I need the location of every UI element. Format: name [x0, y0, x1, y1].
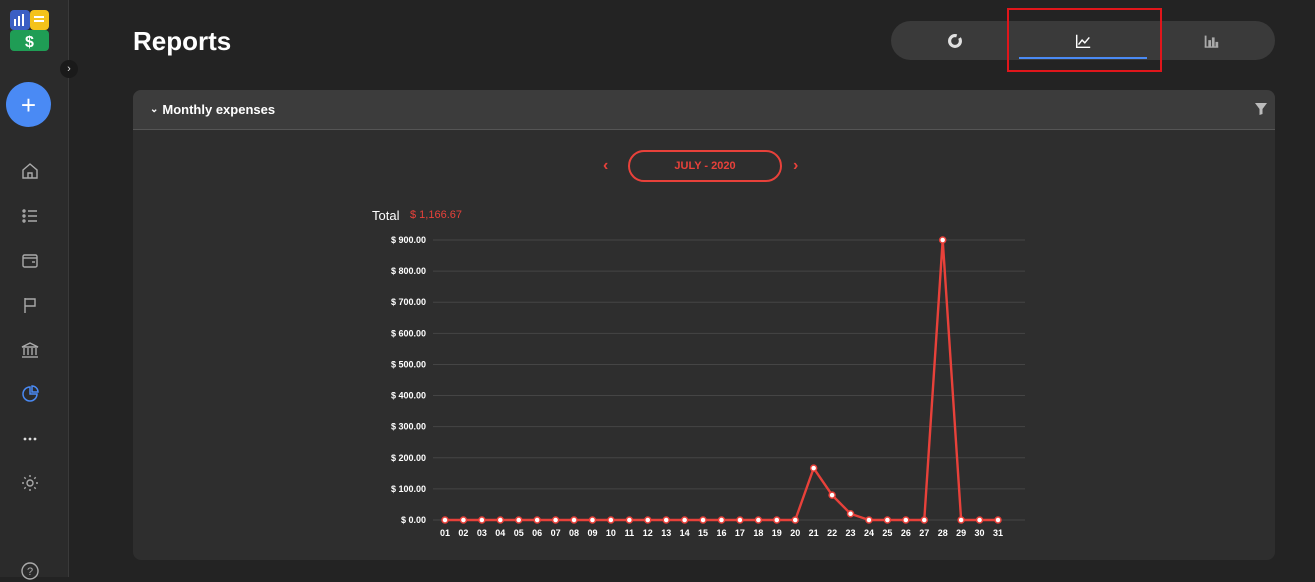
- x-tick-label: 31: [993, 528, 1003, 538]
- donut-chart-icon: [948, 33, 962, 48]
- x-tick-label: 20: [790, 528, 800, 538]
- y-tick-label: $ 300.00: [391, 422, 426, 432]
- line-chart: $ 0.00 $ 100.00 $ 200.00 $ 300.00 $ 400.00 $ …: [391, 235, 1025, 538]
- monthly-expenses-panel: ⌄ Monthly expenses ‹ JULY - 2020 › Total…: [133, 90, 1275, 560]
- x-tick-label: 10: [606, 528, 616, 538]
- bar-chart-view-button[interactable]: [1147, 21, 1275, 60]
- x-tick-label: 04: [495, 528, 505, 538]
- page-title: Reports: [133, 26, 232, 56]
- data-point: [865, 516, 873, 524]
- x-tick-label: 02: [458, 528, 468, 538]
- bar-chart-icon: [1204, 35, 1219, 48]
- expand-sidebar-button[interactable]: ›: [60, 60, 78, 78]
- data-point: [588, 516, 597, 524]
- series-line: [445, 238, 998, 522]
- y-tick-label: $ 200.00: [391, 453, 426, 463]
- bank-icon[interactable]: [19, 339, 41, 361]
- data-point: [975, 516, 984, 524]
- svg-text:$: $: [25, 34, 34, 51]
- y-tick-label: $ 800.00: [391, 266, 426, 276]
- x-tick-label: 23: [846, 528, 856, 538]
- x-tick-label: 24: [864, 528, 874, 538]
- x-tick-label: 05: [514, 528, 524, 538]
- x-tick-label: 18: [753, 528, 763, 538]
- data-point: [662, 516, 670, 524]
- data-point: [699, 516, 707, 524]
- data-point: [570, 516, 578, 524]
- app-logo: $: [10, 10, 49, 51]
- x-tick-label: 27: [919, 528, 929, 538]
- data-point: [938, 236, 947, 244]
- home-icon[interactable]: [19, 160, 41, 182]
- data-point: [644, 516, 652, 524]
- y-tick-label: $ 500.00: [391, 359, 426, 369]
- x-tick-label: 01: [440, 528, 450, 538]
- data-point: [902, 516, 910, 524]
- data-point: [717, 516, 726, 524]
- data-point: [514, 516, 523, 524]
- data-point: [496, 516, 505, 524]
- y-tick-label: $ 700.00: [391, 297, 426, 307]
- data-point: [828, 491, 836, 499]
- x-tick-label: 21: [809, 528, 819, 538]
- gear-icon[interactable]: [19, 472, 41, 494]
- data-point: [736, 516, 744, 524]
- x-tick-label: 11: [625, 528, 635, 538]
- data-point: [920, 516, 929, 524]
- y-tick-label: $ 0.00: [401, 515, 426, 525]
- data-point: [809, 464, 818, 472]
- x-tick-label: 16: [716, 528, 726, 538]
- donut-chart-view-button[interactable]: [891, 21, 1019, 60]
- list-icon[interactable]: [19, 205, 41, 227]
- data-point: [754, 516, 763, 524]
- data-point: [994, 516, 1002, 524]
- data-point: [533, 516, 541, 524]
- x-tick-label: 30: [975, 528, 985, 538]
- x-tick-label: 29: [956, 528, 966, 538]
- x-tick-label: 14: [680, 528, 690, 538]
- y-tick-label: $ 600.00: [391, 328, 426, 338]
- x-tick-label: 25: [882, 528, 892, 538]
- y-tick-label: $ 100.00: [391, 484, 426, 494]
- wallet-icon[interactable]: [19, 250, 41, 272]
- x-tick-label: 19: [772, 528, 782, 538]
- x-tick-label: 07: [551, 528, 561, 538]
- data-point: [883, 516, 892, 524]
- data-point: [551, 516, 560, 524]
- data-point: [478, 516, 486, 524]
- y-tick-label: $ 900.00: [391, 235, 426, 245]
- x-tick-label: 08: [569, 528, 579, 538]
- data-point: [459, 516, 468, 524]
- more-icon[interactable]: [19, 428, 41, 450]
- x-tick-label: 15: [698, 528, 708, 538]
- x-tick-label: 03: [477, 528, 487, 538]
- data-point: [773, 516, 781, 524]
- data-point: [625, 516, 634, 524]
- data-point: [441, 516, 449, 524]
- data-point: [791, 516, 799, 524]
- x-tick-label: 28: [938, 528, 948, 538]
- x-tick-label: 12: [643, 528, 653, 538]
- data-point: [607, 516, 615, 524]
- data-point: [680, 516, 689, 524]
- x-tick-label: 13: [661, 528, 671, 538]
- x-tick-label: 26: [901, 528, 911, 538]
- svg-text:?: ?: [27, 566, 33, 578]
- add-button[interactable]: +: [6, 82, 51, 127]
- data-point: [846, 510, 855, 518]
- y-tick-label: $ 400.00: [391, 391, 426, 401]
- sidebar: $ › + ?: [0, 0, 78, 580]
- highlight-box: [1007, 8, 1162, 72]
- help-icon[interactable]: ?: [19, 560, 41, 582]
- x-tick-label: 17: [735, 528, 745, 538]
- x-tick-label: 22: [827, 528, 837, 538]
- data-point: [957, 516, 965, 524]
- x-tick-label: 09: [587, 528, 597, 538]
- flag-icon[interactable]: [19, 294, 41, 316]
- pie-chart-icon[interactable]: [19, 383, 41, 405]
- x-tick-label: 06: [532, 528, 542, 538]
